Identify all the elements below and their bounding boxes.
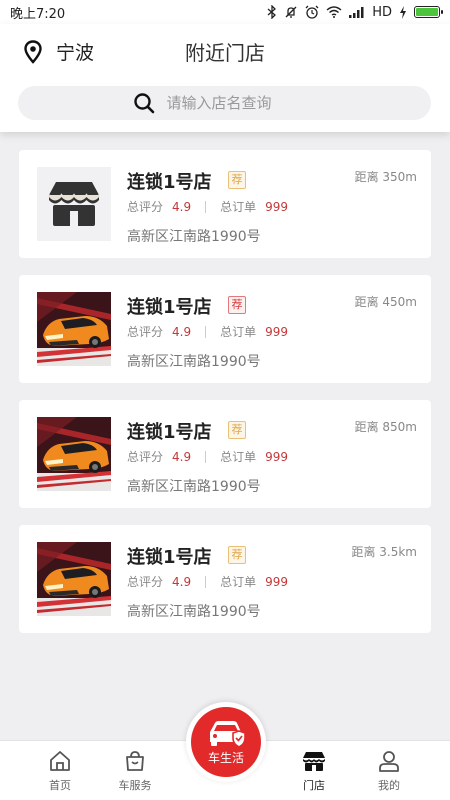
city-name: 宁波 (56, 42, 95, 64)
store-distance: 距离 450m (354, 295, 417, 309)
signal-icon (349, 7, 364, 18)
rating-label: 总评分 (127, 200, 164, 214)
store-icon (48, 182, 100, 226)
rating-label: 总评分 (127, 450, 164, 464)
orders-label: 总订单 (220, 200, 257, 214)
location-selector[interactable]: 宁波 (24, 38, 94, 65)
store-stats: 总评分 4.9 总订单 999 (127, 198, 288, 215)
bluetooth-icon (267, 5, 277, 19)
search-icon (133, 93, 154, 114)
store-thumbnail (37, 292, 111, 366)
car-life-button[interactable]: 车生活 (186, 702, 266, 782)
recommend-badge: 荐 (228, 546, 246, 564)
store-stats: 总评分 4.9 总订单 999 (127, 573, 288, 590)
nav-mine[interactable]: 我的 (354, 749, 424, 793)
stats-divider (205, 325, 207, 338)
nav-home[interactable]: 首页 (25, 749, 95, 793)
store-distance: 距离 350m (354, 170, 417, 184)
store-thumbnail (37, 167, 111, 241)
car-photo (37, 417, 111, 491)
stats-divider (205, 575, 207, 588)
alarm-icon (305, 5, 319, 19)
orders-label: 总订单 (220, 325, 257, 339)
recommend-badge: 荐 (228, 421, 246, 439)
status-time: 晚上7:20 (10, 6, 66, 22)
store-stats: 总评分 4.9 总订单 999 (127, 448, 288, 465)
store-card[interactable]: 连锁1号店 荐 距离 3.5km 总评分 4.9 总订单 999 高新区江南路1… (19, 525, 431, 633)
store-name: 连锁1号店 (127, 422, 212, 443)
store-name: 连锁1号店 (127, 547, 212, 568)
store-address: 高新区江南路1990号 (127, 354, 261, 370)
orders-label: 总订单 (220, 575, 257, 589)
store-address: 高新区江南路1990号 (127, 229, 261, 245)
store-card[interactable]: 连锁1号店 荐 距离 450m 总评分 4.9 总订单 999 高新区江南路19… (19, 275, 431, 383)
store-card[interactable]: 连锁1号店 荐 距离 850m 总评分 4.9 总订单 999 高新区江南路19… (19, 400, 431, 508)
store-card[interactable]: 连锁1号店 荐 距离 350m 总评分 4.9 总订单 999 高新区江南路19… (19, 150, 431, 258)
search-input[interactable] (166, 94, 317, 112)
search-bar[interactable] (18, 86, 431, 120)
orders-value: 999 (265, 449, 289, 464)
car-life-button-inner: 车生活 (191, 707, 261, 777)
car-photo (37, 292, 111, 366)
wifi-icon (326, 6, 342, 18)
car-shield-icon (210, 721, 246, 748)
nav-stores[interactable]: 门店 (279, 749, 349, 793)
status-icons: HD (267, 4, 443, 20)
location-pin-icon (24, 39, 42, 64)
battery-icon (414, 6, 443, 18)
store-icon (303, 752, 325, 771)
store-distance: 距离 850m (354, 420, 417, 434)
store-stats: 总评分 4.9 总订单 999 (127, 323, 288, 340)
rating-label: 总评分 (127, 325, 164, 339)
rating-value: 4.9 (172, 574, 192, 589)
rating-label: 总评分 (127, 575, 164, 589)
car-life-label: 车生活 (207, 751, 244, 765)
nav-stores-label: 门店 (303, 779, 325, 792)
store-distance: 距离 3.5km (351, 545, 417, 559)
header: 附近门店 宁波 (0, 24, 450, 132)
shopping-bag-icon (126, 751, 144, 771)
mute-icon (285, 6, 297, 18)
network-type: HD (372, 4, 392, 20)
orders-value: 999 (265, 574, 289, 589)
nav-mine-label: 我的 (378, 779, 400, 792)
store-address: 高新区江南路1990号 (127, 604, 261, 620)
store-name: 连锁1号店 (127, 297, 212, 318)
store-list: 连锁1号店 荐 距离 350m 总评分 4.9 总订单 999 高新区江南路19… (19, 150, 431, 650)
rating-value: 4.9 (172, 199, 192, 214)
car-photo (37, 542, 111, 616)
store-thumbnail (37, 542, 111, 616)
recommend-badge: 荐 (228, 296, 246, 314)
user-icon (379, 751, 399, 772)
rating-value: 4.9 (172, 449, 192, 464)
charging-icon (400, 5, 406, 19)
rating-value: 4.9 (172, 324, 192, 339)
nav-car-service[interactable]: 车服务 (100, 749, 170, 793)
nav-car-service-label: 车服务 (118, 779, 152, 792)
home-icon (50, 751, 70, 771)
store-thumbnail (37, 417, 111, 491)
orders-label: 总订单 (220, 450, 257, 464)
nav-home-label: 首页 (49, 779, 71, 792)
orders-value: 999 (265, 324, 289, 339)
stats-divider (205, 200, 207, 213)
store-name: 连锁1号店 (127, 172, 212, 193)
recommend-badge: 荐 (228, 171, 246, 189)
stats-divider (205, 450, 207, 463)
status-bar: 晚上7:20 HD (0, 0, 450, 24)
store-address: 高新区江南路1990号 (127, 479, 261, 495)
orders-value: 999 (265, 199, 289, 214)
